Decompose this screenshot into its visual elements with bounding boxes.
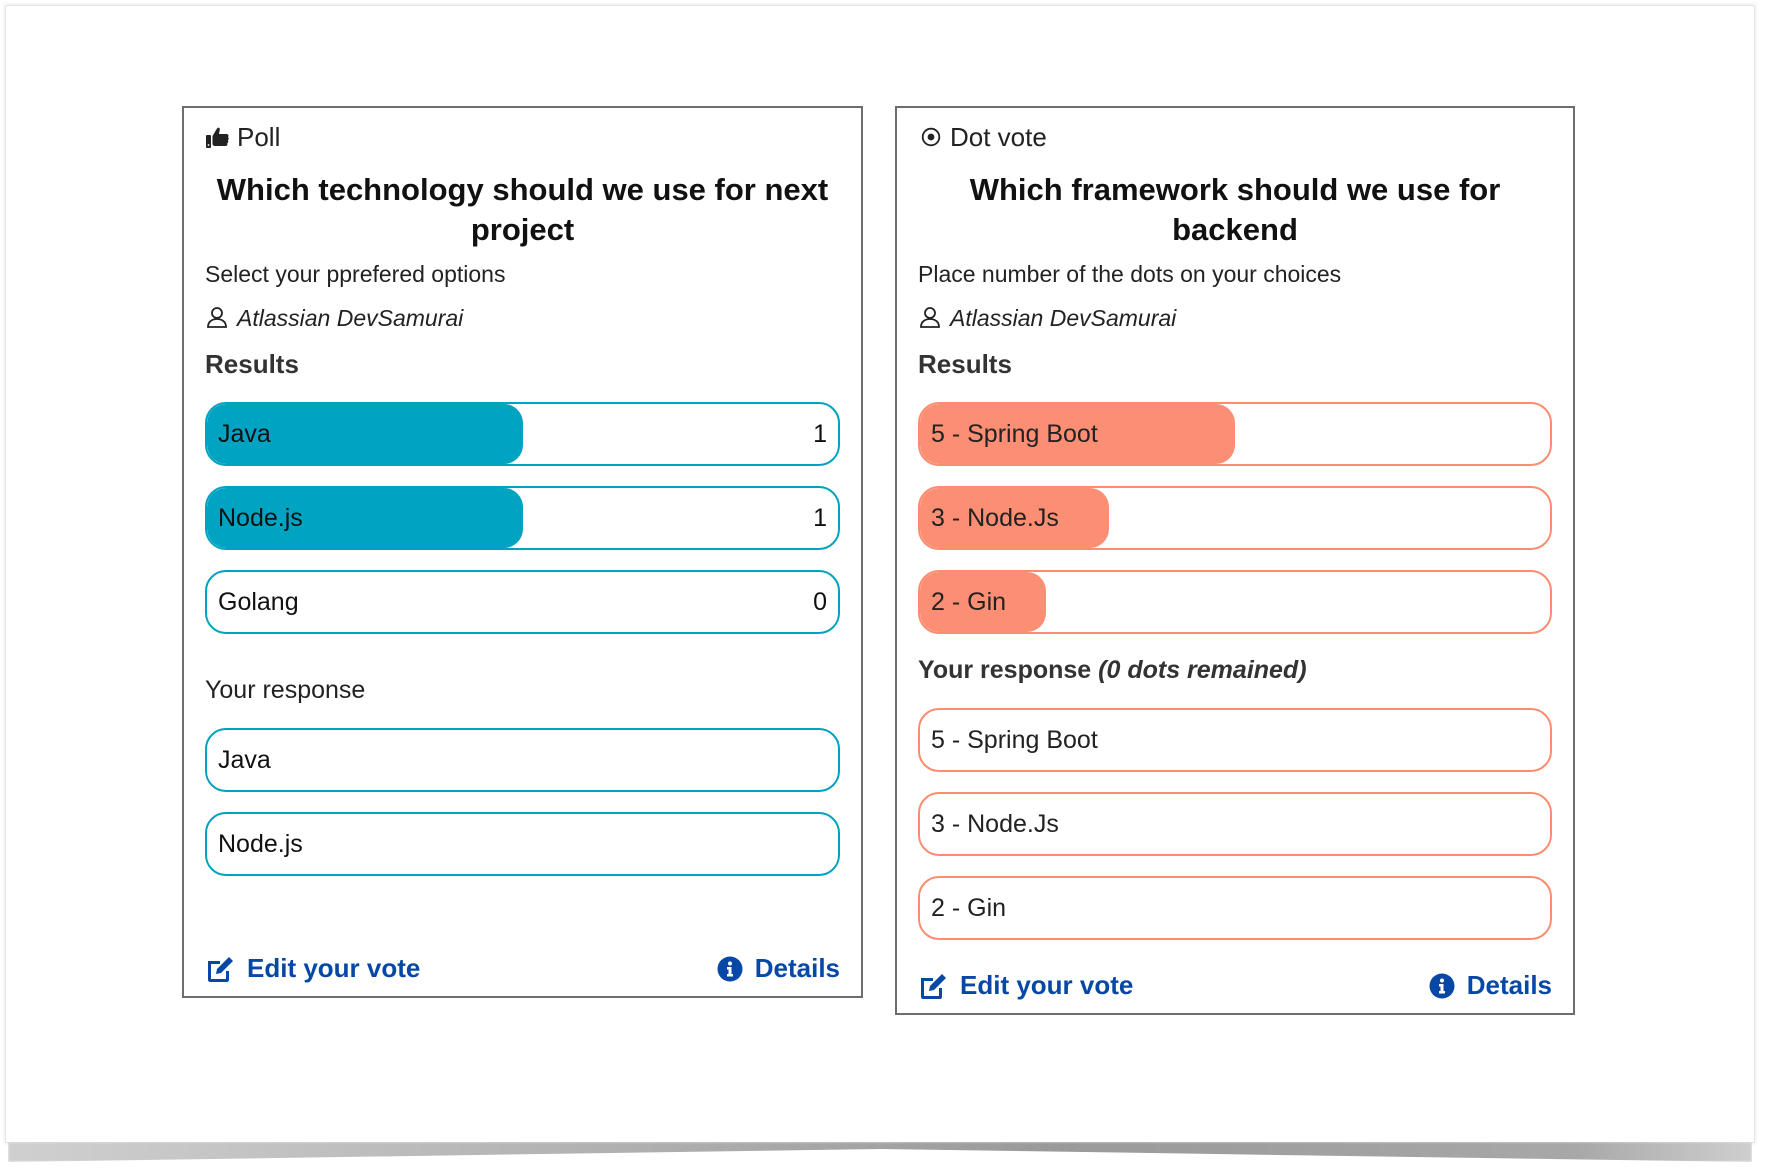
dot-vote-response-heading: Your response (0 dots remained): [918, 652, 1552, 688]
edit-icon: [205, 955, 235, 983]
poll-card: Poll Which technology should we use for …: [182, 106, 863, 998]
poll-type-label: Poll: [237, 121, 281, 152]
user-icon: [918, 305, 944, 331]
poll-response-heading: Your response: [205, 676, 366, 704]
poll-author: Atlassian DevSamurai: [205, 302, 840, 334]
poll-footer: Edit your vote Details: [205, 953, 840, 984]
dot-vote-response-list: 5 - Spring Boot 3 - Node.Js 2 - Gin: [918, 708, 1552, 940]
dot-vote-remaining: (0 dots remained): [1098, 656, 1307, 684]
poll-result-count: 1: [813, 419, 827, 448]
dot-vote-results-list: 5 - Spring Boot 3 - Node.Js 2 - Gin: [918, 402, 1552, 634]
dot-vote-description: Place number of the dots on your choices: [918, 261, 1342, 287]
poll-details-link[interactable]: Details: [717, 953, 840, 984]
dot-vote-results-heading: Results: [918, 349, 1012, 379]
poll-results-heading: Results: [205, 349, 299, 379]
poll-results-list: Java 1 Node.js 1 Golang 0: [205, 402, 840, 634]
thumbs-up-icon: [205, 124, 231, 150]
poll-result-row: Golang 0: [205, 570, 840, 634]
dot-vote-type-header: Dot vote: [918, 121, 1552, 152]
poll-details-label: Details: [754, 953, 840, 983]
dot-vote-response-label: 5 - Spring Boot: [931, 725, 1098, 754]
dot-vote-details-label: Details: [1466, 970, 1552, 1000]
dot-circle-icon: [918, 124, 944, 150]
poll-response-item[interactable]: Node.js: [205, 812, 840, 876]
poll-response-label: Node.js: [218, 829, 303, 858]
poll-author-name: Atlassian DevSamurai: [237, 305, 464, 331]
dot-vote-card: Dot vote Which framework should we use f…: [895, 106, 1575, 1015]
poll-result-count: 0: [813, 587, 827, 616]
user-icon: [205, 305, 231, 331]
dot-vote-edit-vote-link[interactable]: Edit your vote: [918, 970, 1133, 1001]
poll-result-label: Golang: [218, 587, 299, 616]
page-shadow: [8, 1142, 1752, 1162]
dot-vote-response-label: 3 - Node.Js: [931, 809, 1059, 838]
poll-result-label: Node.js: [218, 503, 303, 532]
poll-edit-vote-link[interactable]: Edit your vote: [205, 953, 420, 984]
poll-edit-vote-label: Edit your vote: [247, 953, 421, 983]
dot-vote-response-item[interactable]: 3 - Node.Js: [918, 792, 1552, 856]
poll-response-list: Java Node.js: [205, 728, 840, 876]
poll-type-header: Poll: [205, 121, 840, 152]
poll-result-row: Java 1: [205, 402, 840, 466]
poll-description: Select your pprefered options: [205, 261, 506, 287]
dot-vote-title: Which framework should we use for backen…: [969, 172, 1501, 247]
dot-vote-result-row: 3 - Node.Js: [918, 486, 1552, 550]
dot-vote-response-heading-text: Your response: [918, 656, 1092, 684]
poll-result-label: Java: [218, 419, 271, 448]
dot-vote-response-item[interactable]: 5 - Spring Boot: [918, 708, 1552, 772]
dot-vote-result-label: 5 - Spring Boot: [931, 419, 1098, 448]
poll-result-row: Node.js 1: [205, 486, 840, 550]
dot-vote-author-name: Atlassian DevSamurai: [950, 305, 1177, 331]
dot-vote-details-link[interactable]: Details: [1429, 970, 1552, 1001]
dot-vote-result-row: 2 - Gin: [918, 570, 1552, 634]
info-icon: [1429, 973, 1455, 999]
poll-response-item[interactable]: Java: [205, 728, 840, 792]
dot-vote-response-label: 2 - Gin: [931, 893, 1007, 922]
dot-vote-response-item[interactable]: 2 - Gin: [918, 876, 1552, 940]
dot-vote-edit-vote-label: Edit your vote: [960, 970, 1134, 1000]
dot-vote-author: Atlassian DevSamurai: [918, 302, 1552, 334]
dot-vote-result-row: 5 - Spring Boot: [918, 402, 1552, 466]
poll-result-count: 1: [813, 503, 827, 532]
info-icon: [717, 956, 743, 982]
dot-vote-result-label: 2 - Gin: [931, 587, 1007, 616]
dot-vote-type-label: Dot vote: [950, 121, 1047, 152]
poll-response-label: Java: [218, 745, 271, 774]
dot-vote-footer: Edit your vote Details: [918, 970, 1552, 1001]
edit-icon: [918, 972, 948, 1000]
dot-vote-result-label: 3 - Node.Js: [931, 503, 1059, 532]
poll-title: Which technology should we use for next …: [216, 172, 829, 247]
